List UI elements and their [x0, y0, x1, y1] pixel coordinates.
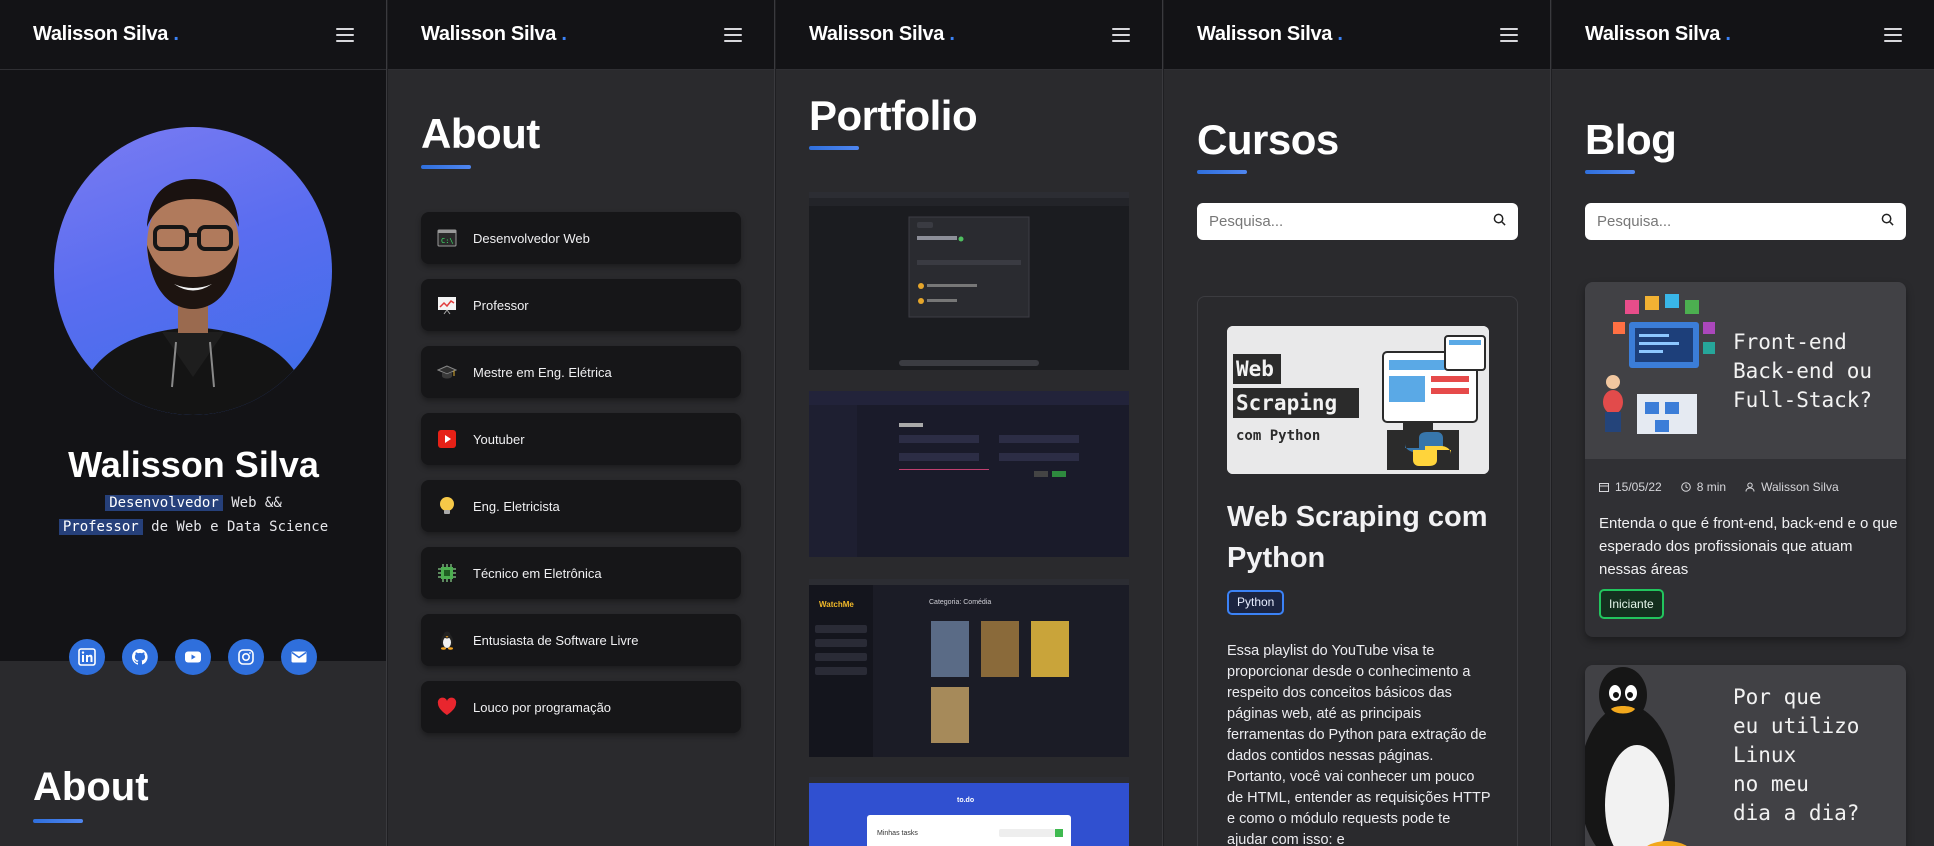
- linkedin-icon[interactable]: [69, 639, 105, 675]
- avatar: [54, 127, 332, 415]
- blog-post-card[interactable]: Por que eu utilizo Linux no meu dia a di…: [1585, 665, 1906, 846]
- calendar-icon: [1599, 483, 1609, 492]
- brand-logo[interactable]: Walisson Silva .: [1197, 23, 1343, 46]
- clock-icon: [1680, 482, 1691, 492]
- title-underline: [1585, 170, 1635, 174]
- about-item[interactable]: Mestre em Eng. Elétrica: [421, 346, 741, 398]
- about-panel: Walisson Silva . About C:\ Desenvolvedor…: [388, 0, 775, 846]
- github-icon[interactable]: [122, 639, 158, 675]
- title-underline: [421, 165, 471, 169]
- blog-panel: Walisson Silva . Blog Pesquisa... Front-…: [1552, 0, 1934, 846]
- hamburger-menu-icon[interactable]: [1884, 27, 1902, 42]
- post-read-time: 8 min: [1696, 480, 1727, 494]
- chart-presentation-icon: [437, 295, 457, 315]
- penguin-icon: [437, 630, 457, 650]
- page-title: Blog: [1585, 116, 1677, 163]
- course-thumbnail: Web Scraping com Python: [1227, 326, 1489, 474]
- search-input[interactable]: [1209, 213, 1479, 230]
- top-navbar: Walisson Silva .: [1552, 0, 1934, 70]
- search-box: [1197, 203, 1518, 240]
- about-item[interactable]: Youtuber: [421, 413, 741, 465]
- terminal-icon: C:\: [437, 228, 457, 248]
- about-list: C:\ Desenvolvedor Web Professor Mestre e…: [421, 212, 741, 733]
- blog-post-image: Front-end Back-end ou Full-Stack?: [1585, 282, 1906, 459]
- brand-logo[interactable]: Walisson Silva .: [1585, 23, 1731, 46]
- instagram-icon[interactable]: [228, 639, 264, 675]
- cursos-panel: Walisson Silva . Cursos Web Scraping com…: [1164, 0, 1551, 846]
- svg-text:C:\: C:\: [441, 237, 454, 245]
- svg-text:Minhas tasks: Minhas tasks: [877, 830, 918, 837]
- blog-post-excerpt: Entenda o que é front-end, back-end e o …: [1599, 515, 1898, 578]
- blog-post-meta: 15/05/22 8 min Walisson Silva: [1599, 480, 1839, 494]
- search-icon[interactable]: [1493, 213, 1506, 231]
- portfolio-shot-django-form[interactable]: [809, 391, 1129, 557]
- youtube-icon[interactable]: [175, 639, 211, 675]
- about-item[interactable]: Professor: [421, 279, 741, 331]
- about-item[interactable]: Louco por programação: [421, 681, 741, 733]
- svg-text:com Python: com Python: [1236, 428, 1320, 444]
- blog-post-image: Por que eu utilizo Linux no meu dia a di…: [1585, 665, 1906, 846]
- post-date: 15/05/22: [1615, 480, 1662, 494]
- about-item[interactable]: Eng. Eletricista: [421, 480, 741, 532]
- brand-logo[interactable]: Walisson Silva .: [33, 23, 179, 46]
- profile-roles: Desenvolvedor Web && Professor de Web e …: [0, 491, 386, 539]
- page-title: Cursos: [1197, 116, 1339, 163]
- course-tag[interactable]: Python: [1227, 590, 1285, 615]
- portfolio-shot-todo[interactable]: to.do Minhas tasks: [809, 777, 1129, 846]
- portfolio-shot-task-app[interactable]: [809, 192, 1129, 370]
- about-item[interactable]: C:\ Desenvolvedor Web: [421, 212, 741, 264]
- post-author: Walisson Silva: [1761, 480, 1839, 494]
- svg-text:WatchMe: WatchMe: [819, 600, 854, 609]
- heart-icon: [437, 697, 457, 717]
- svg-text:to.do: to.do: [957, 797, 974, 804]
- about-item[interactable]: Técnico em Eletrônica: [421, 547, 741, 599]
- course-description: Essa playlist do YouTube visa te proporc…: [1227, 643, 1491, 846]
- brand-logo[interactable]: Walisson Silva .: [809, 23, 955, 46]
- brand-logo[interactable]: Walisson Silva .: [421, 23, 567, 46]
- top-navbar: Walisson Silva .: [388, 0, 774, 70]
- graduation-cap-icon: [437, 362, 457, 382]
- top-navbar: Walisson Silva .: [0, 0, 386, 70]
- search-input[interactable]: [1597, 213, 1867, 230]
- title-underline: [33, 819, 83, 823]
- blog-post-headline-art: Front-end Back-end ou Full-Stack?: [1733, 330, 1873, 412]
- about-item[interactable]: Entusiasta de Software Livre: [421, 614, 741, 666]
- youtube-icon: [437, 429, 457, 449]
- svg-text:Categoria: Comédia: Categoria: Comédia: [929, 599, 991, 606]
- top-navbar: Walisson Silva .: [776, 0, 1162, 70]
- page-title: About: [421, 110, 540, 157]
- social-links: [69, 639, 317, 675]
- profile-panel: Walisson Silva . Walisson Silva Desenvol…: [0, 0, 387, 846]
- svg-text:Scraping: Scraping: [1236, 391, 1337, 415]
- profile-hero: Walisson Silva Desenvolvedor Web && Prof…: [0, 70, 386, 675]
- mail-icon[interactable]: [281, 639, 317, 675]
- top-navbar: Walisson Silva .: [1164, 0, 1550, 70]
- svg-text:Web: Web: [1236, 357, 1274, 381]
- user-icon: [1745, 482, 1755, 492]
- course-card[interactable]: Web Scraping com Python Web Scraping com…: [1197, 296, 1518, 846]
- hamburger-menu-icon[interactable]: [1500, 27, 1518, 42]
- hamburger-menu-icon[interactable]: [724, 27, 742, 42]
- blog-post-card[interactable]: Front-end Back-end ou Full-Stack? 15/05/…: [1585, 282, 1906, 637]
- search-icon[interactable]: [1881, 213, 1894, 231]
- profile-name: Walisson Silva: [68, 444, 319, 485]
- portfolio-panel: Walisson Silva . Portfolio WatchMe Categ…: [776, 0, 1163, 846]
- page-title: Portfolio: [809, 92, 978, 139]
- level-tag[interactable]: Iniciante: [1599, 589, 1664, 619]
- title-underline: [1197, 170, 1247, 174]
- hamburger-menu-icon[interactable]: [336, 27, 354, 42]
- light-bulb-icon: [437, 496, 457, 516]
- hamburger-menu-icon[interactable]: [1112, 27, 1130, 42]
- blog-post-headline-art: Por que eu utilizo Linux no meu dia a di…: [1733, 685, 1860, 825]
- search-box: [1585, 203, 1906, 240]
- course-title[interactable]: Web Scraping com Python: [1227, 497, 1497, 579]
- section-title-about: About: [33, 765, 149, 809]
- portfolio-shot-watchme[interactable]: WatchMe Categoria: Comédia: [809, 579, 1129, 757]
- title-underline: [809, 146, 859, 150]
- chip-icon: [437, 563, 457, 583]
